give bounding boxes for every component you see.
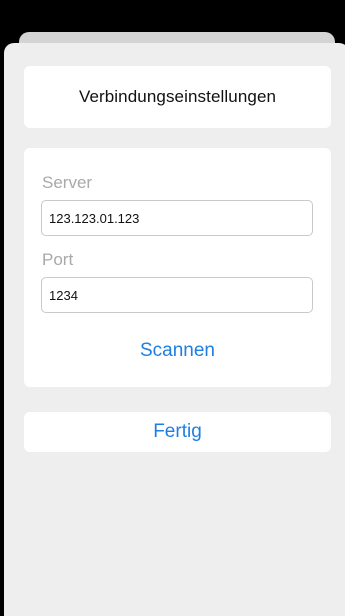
server-input[interactable] [41,200,313,236]
page-title: Verbindungseinstellungen [78,87,277,106]
screen: Verbindungseinstellungen Server Port Sca… [0,0,345,616]
scan-button[interactable]: Scannen [24,336,331,366]
connection-settings-sheet: Verbindungseinstellungen Server Port Sca… [4,43,345,616]
port-input[interactable] [41,277,313,313]
connection-form-card: Server Port Scannen [24,148,331,387]
port-label: Port [42,250,74,269]
done-button[interactable]: Fertig [24,412,331,452]
title-card: Verbindungseinstellungen [24,66,331,128]
server-label: Server [42,173,93,192]
done-button-label: Fertig [153,421,202,442]
